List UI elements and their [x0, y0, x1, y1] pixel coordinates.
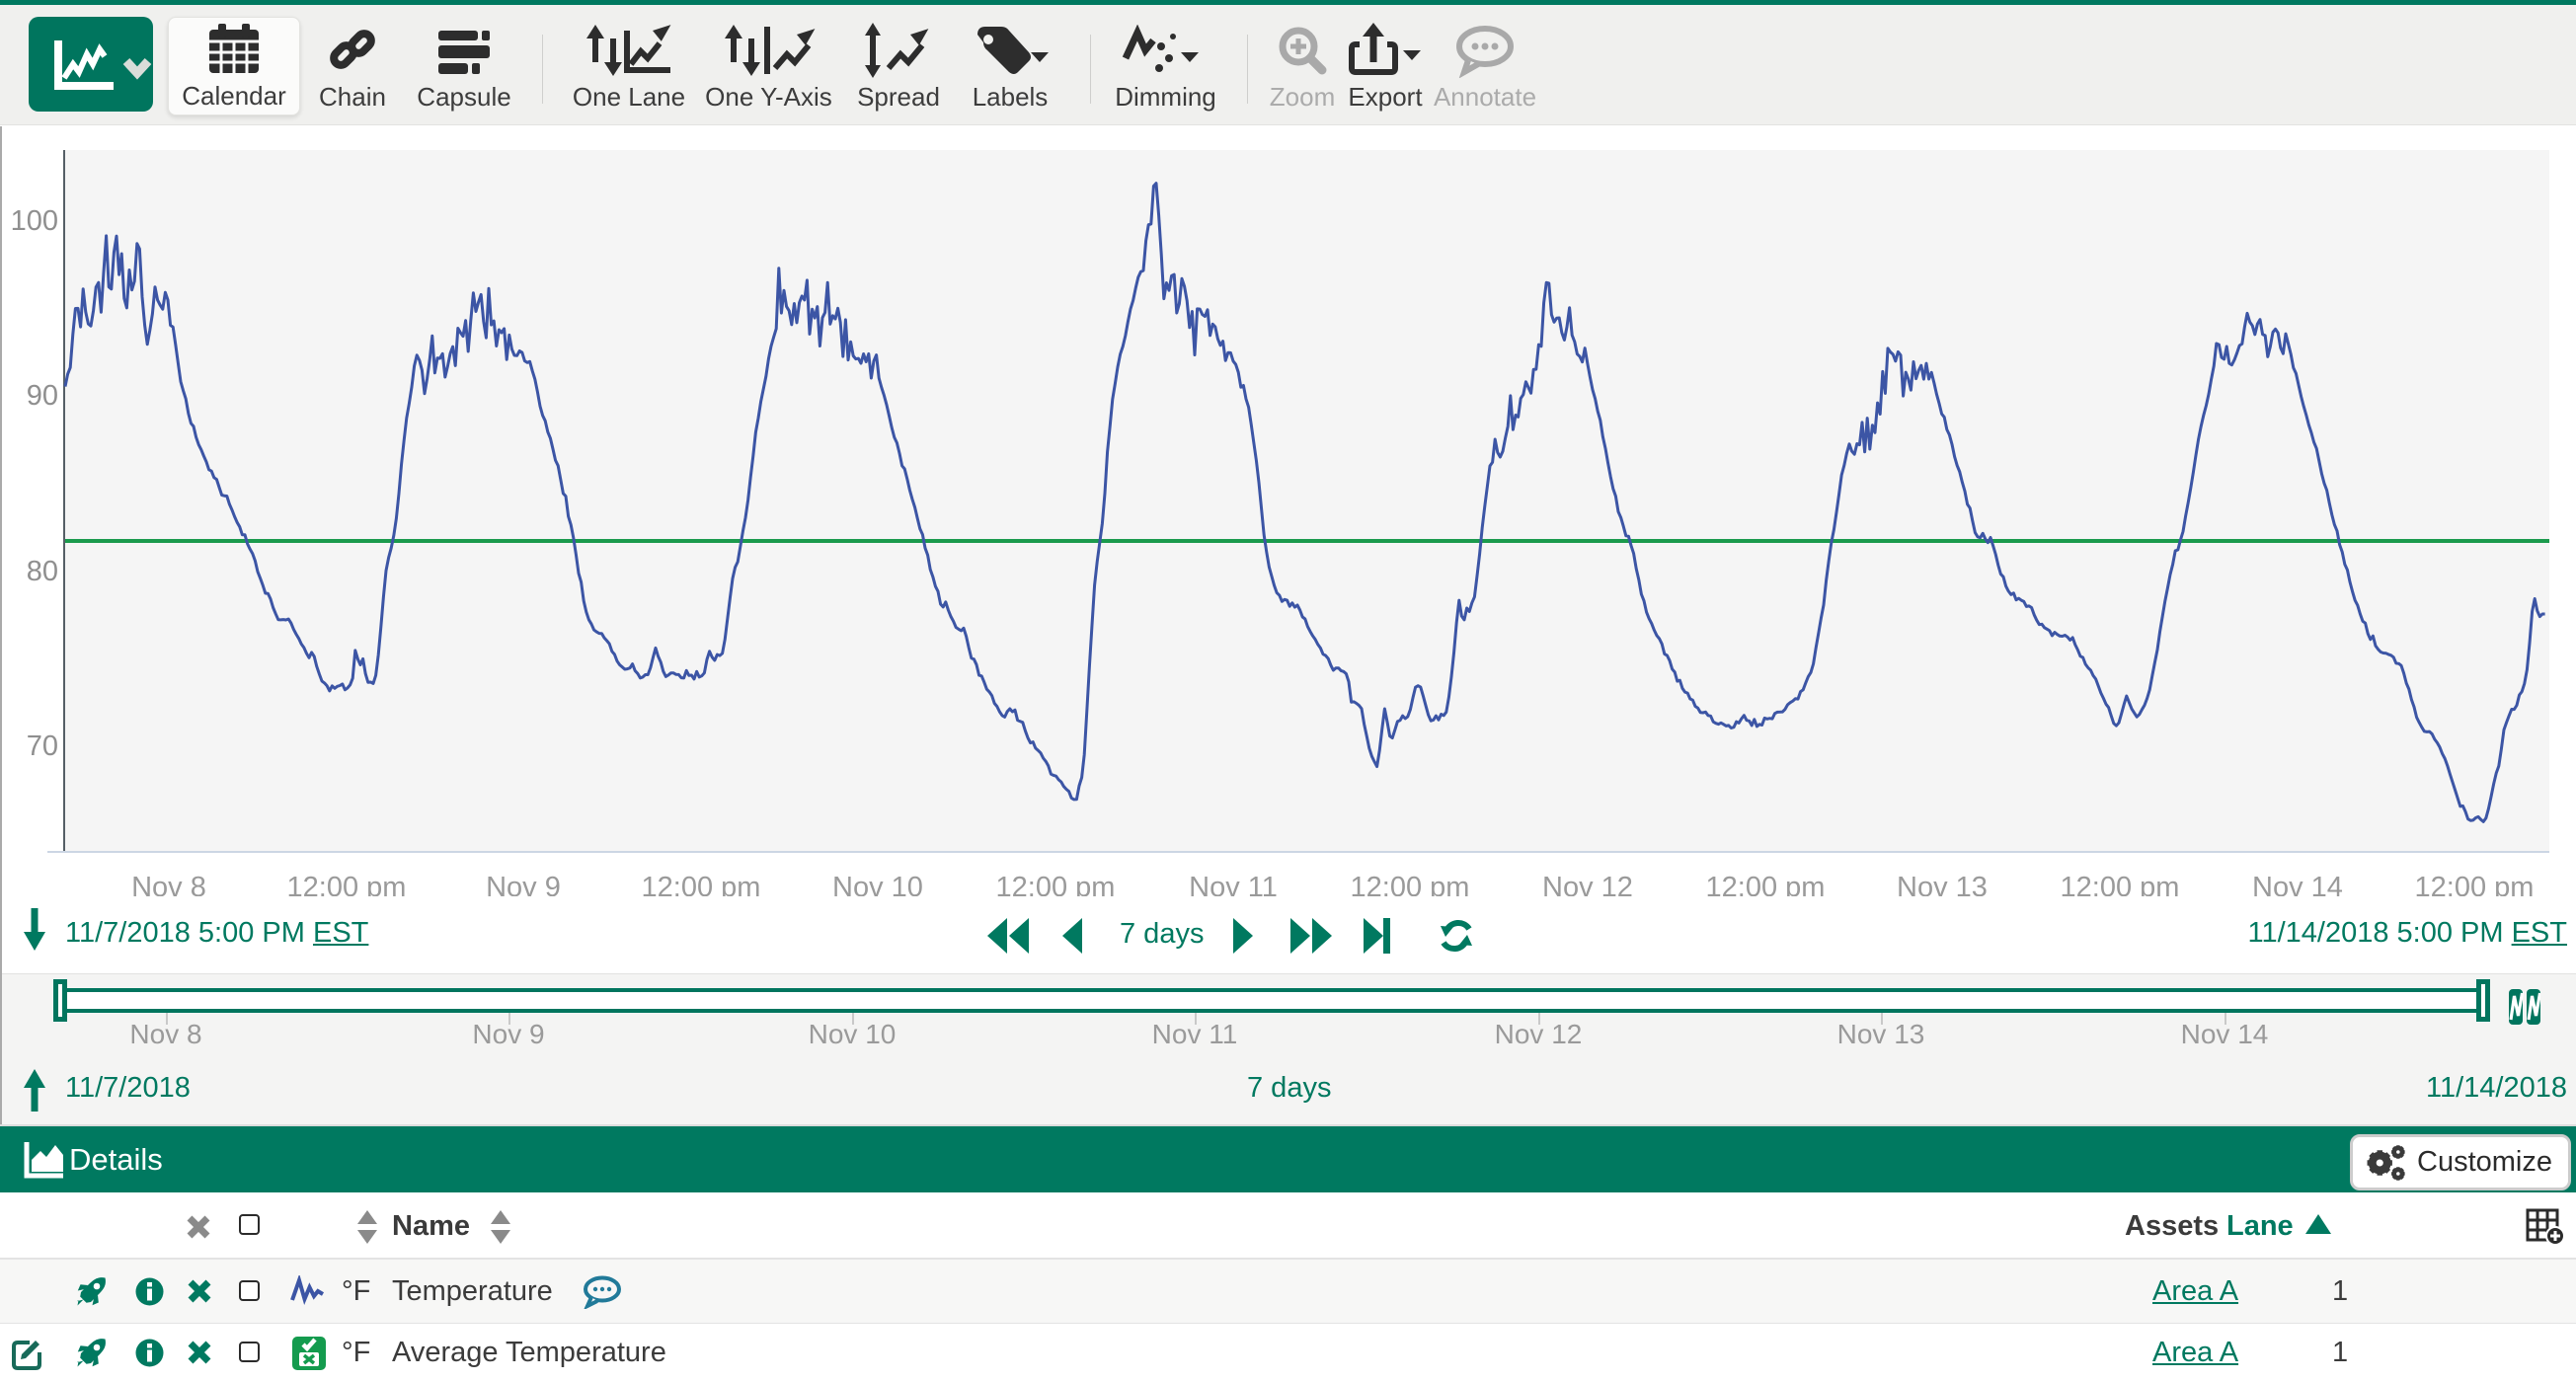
svg-text:Nov 14: Nov 14	[2252, 872, 2343, 896]
svg-text:Nov 9: Nov 9	[486, 872, 561, 896]
svg-text:100: 100	[11, 205, 58, 237]
svg-text:Nov 8: Nov 8	[131, 872, 206, 896]
svg-text:Nov 11: Nov 11	[1189, 872, 1278, 896]
svg-text:70: 70	[27, 730, 58, 762]
svg-text:12:00 pm: 12:00 pm	[1351, 872, 1470, 896]
svg-text:80: 80	[27, 556, 58, 587]
svg-text:Nov 12: Nov 12	[1542, 872, 1633, 896]
svg-text:12:00 pm: 12:00 pm	[642, 872, 761, 896]
svg-text:Calendar: Calendar	[182, 81, 286, 111]
svg-text:Nov 10: Nov 10	[832, 872, 923, 896]
svg-text:90: 90	[27, 380, 58, 412]
svg-text:12:00 pm: 12:00 pm	[287, 872, 407, 896]
svg-text:12:00 pm: 12:00 pm	[2061, 872, 2180, 896]
svg-text:12:00 pm: 12:00 pm	[2415, 872, 2535, 896]
svg-text:12:00 pm: 12:00 pm	[1706, 872, 1826, 896]
svg-text:12:00 pm: 12:00 pm	[996, 872, 1116, 896]
svg-text:Nov 13: Nov 13	[1897, 872, 1988, 896]
